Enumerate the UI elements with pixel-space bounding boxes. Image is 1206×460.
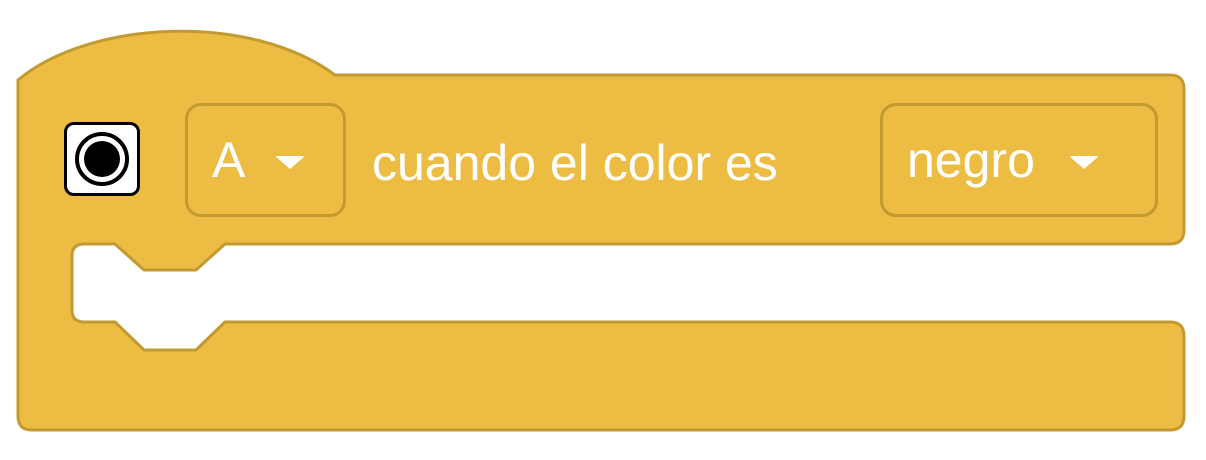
statement-slot[interactable] [72, 244, 1186, 322]
block-body [16, 29, 1186, 432]
chevron-down-icon [1068, 155, 1099, 169]
hat-block[interactable]: A cuando el color es negro [0, 0, 1206, 460]
color-dropdown[interactable]: negro [880, 103, 1158, 217]
chevron-down-icon [275, 155, 306, 169]
event-block-shape[interactable] [0, 0, 1206, 460]
port-dropdown[interactable]: A [185, 103, 346, 217]
sensor-dot [84, 141, 120, 177]
color-dropdown-value: negro [907, 132, 1035, 188]
block-label: cuando el color es [372, 135, 778, 191]
port-dropdown-value: A [212, 132, 246, 188]
sensor-ring [75, 132, 129, 186]
color-sensor-icon [64, 122, 140, 196]
